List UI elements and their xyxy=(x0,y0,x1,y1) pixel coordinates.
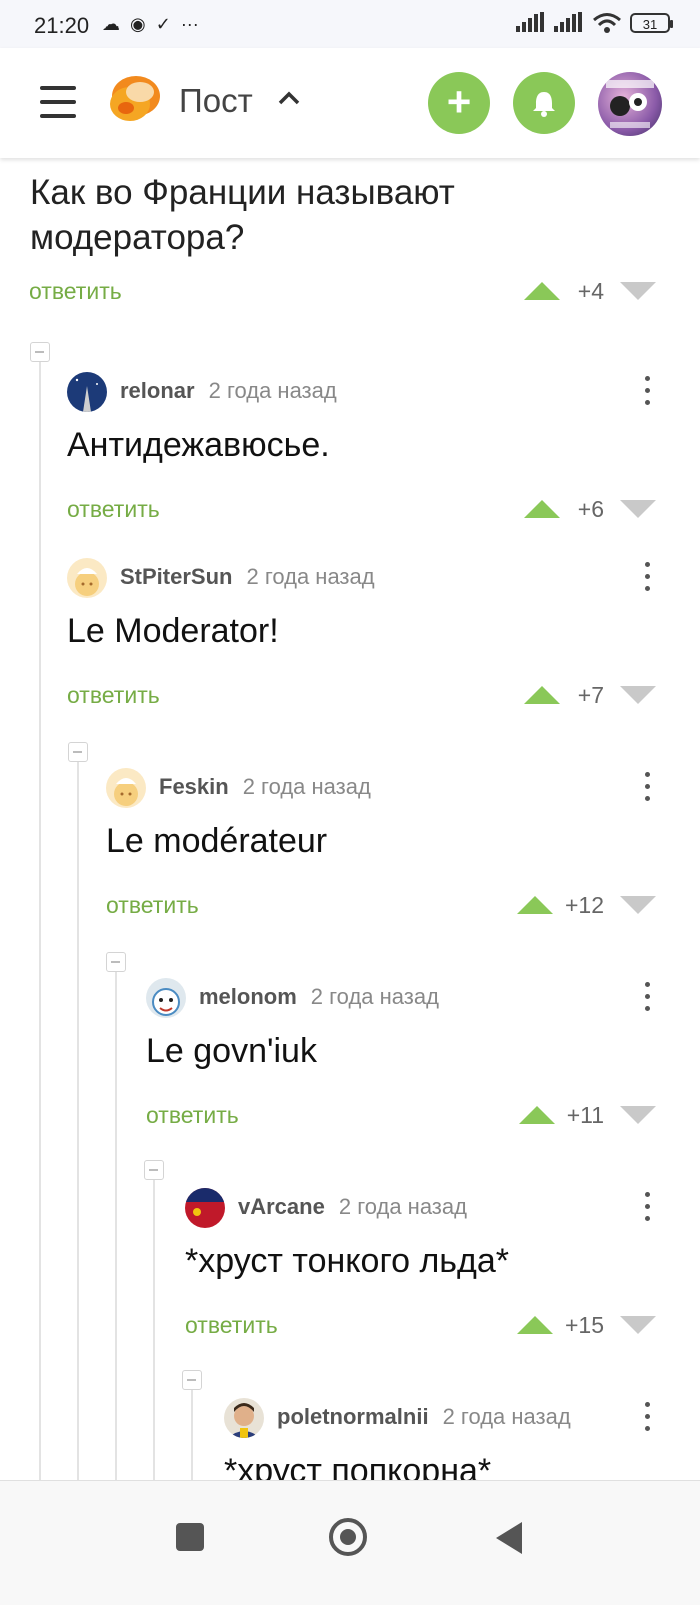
thread-line xyxy=(191,1378,193,1480)
comment-author[interactable]: relonar xyxy=(120,378,195,403)
more-options-icon[interactable] xyxy=(645,1402,651,1436)
comment-author[interactable]: vArcane xyxy=(238,1194,325,1219)
collapse-toggle[interactable] xyxy=(144,1160,164,1180)
collapse-toggle[interactable] xyxy=(68,742,88,762)
comment-time: 2 года назад xyxy=(310,984,439,1009)
upvote-icon[interactable] xyxy=(518,1106,555,1124)
comment-votes: +15 xyxy=(516,1310,656,1340)
comment-time: 2 года назад xyxy=(208,378,337,403)
comment-votes: +7 xyxy=(524,680,656,710)
bell-icon xyxy=(533,92,555,117)
comment-votes: +11 xyxy=(518,1100,656,1130)
cloud-icon: ☁ xyxy=(102,14,120,34)
status-time: 21:20 xyxy=(34,13,90,38)
thread-line xyxy=(153,1170,155,1480)
comment-text: Le govn'iuk xyxy=(146,1032,317,1070)
upvote-icon[interactable] xyxy=(516,896,553,914)
more-options-icon[interactable] xyxy=(645,562,651,596)
task-done-icon: ✓ xyxy=(155,14,171,34)
downvote-icon[interactable] xyxy=(620,1316,656,1334)
reply-button[interactable]: ответить xyxy=(146,1102,239,1129)
avatar[interactable] xyxy=(224,1398,264,1438)
reply-button[interactable]: ответить xyxy=(67,682,160,709)
comment-text: *хруст тонкого льда* xyxy=(185,1242,509,1280)
comment-author[interactable]: melonom xyxy=(199,984,297,1009)
more-notifications-icon: ··· xyxy=(180,14,199,34)
downvote-icon[interactable] xyxy=(620,282,656,300)
system-nav-bar xyxy=(0,1480,700,1605)
app-header: Пост + xyxy=(0,48,700,158)
avatar[interactable] xyxy=(106,768,146,808)
comment-author[interactable]: poletnormalnii xyxy=(277,1404,429,1429)
score: +7 xyxy=(577,681,604,708)
avatar[interactable] xyxy=(146,978,186,1018)
comment-text: Le modérateur xyxy=(106,822,328,860)
avatar[interactable] xyxy=(185,1188,225,1228)
thread-line xyxy=(77,754,79,1480)
more-options-icon[interactable] xyxy=(645,1192,651,1226)
upvote-icon[interactable] xyxy=(524,686,560,704)
signal-icon xyxy=(516,12,544,32)
comment-text: Le Moderator! xyxy=(67,612,279,650)
page-title[interactable]: Пост xyxy=(179,82,253,120)
score: +6 xyxy=(577,495,604,522)
more-options-icon[interactable] xyxy=(645,376,651,410)
recent-apps-icon[interactable] xyxy=(176,1523,204,1551)
reply-button[interactable]: ответить xyxy=(185,1312,278,1339)
comment-time: 2 года назад xyxy=(246,564,375,589)
score: +12 xyxy=(564,891,604,918)
upvote-icon[interactable] xyxy=(516,1316,553,1334)
reply-button[interactable]: ответить xyxy=(67,496,160,523)
comment-author[interactable]: StPiterSun xyxy=(120,564,232,589)
comment-text: Антидежавюсье. xyxy=(67,426,330,464)
score: +11 xyxy=(566,1101,604,1128)
post-votes: +4 xyxy=(524,276,656,306)
collapse-toggle[interactable] xyxy=(30,342,50,362)
chevron-up-icon[interactable] xyxy=(276,88,302,108)
thread-line xyxy=(115,962,117,1480)
post-question: Как во Франции называют модератора? xyxy=(30,173,455,257)
comment-time: 2 года назад xyxy=(442,1404,571,1429)
battery-icon: 31 xyxy=(630,13,673,33)
comment-time: 2 года назад xyxy=(242,774,371,799)
pikabu-logo[interactable] xyxy=(106,74,162,126)
downvote-icon[interactable] xyxy=(620,896,656,914)
avatar[interactable] xyxy=(67,558,107,598)
avatar[interactable] xyxy=(67,372,107,412)
comment-time: 2 года назад xyxy=(338,1194,467,1219)
score: +4 xyxy=(577,277,604,304)
thread-line xyxy=(39,358,41,1480)
user-avatar[interactable] xyxy=(598,72,662,136)
downvote-icon[interactable] xyxy=(620,1106,656,1124)
reply-button[interactable]: ответить xyxy=(106,892,199,919)
more-options-icon[interactable] xyxy=(645,982,651,1016)
upvote-icon[interactable] xyxy=(524,282,560,300)
score: +15 xyxy=(564,1311,604,1338)
comment-author[interactable]: Feskin xyxy=(159,774,229,799)
comment-votes: +12 xyxy=(516,890,656,920)
add-post-button[interactable]: + xyxy=(428,72,490,134)
status-bar: 21:20 ☁ ◉ ✓ ··· 31 xyxy=(0,0,700,48)
comment-votes: +6 xyxy=(524,494,656,524)
collapse-toggle[interactable] xyxy=(106,952,126,972)
upvote-icon[interactable] xyxy=(524,500,560,518)
menu-icon[interactable] xyxy=(40,86,76,118)
reply-button[interactable]: ответить xyxy=(29,278,122,305)
home-icon[interactable] xyxy=(329,1518,367,1556)
collapse-toggle[interactable] xyxy=(182,1370,202,1390)
downvote-icon[interactable] xyxy=(620,686,656,704)
back-icon[interactable] xyxy=(496,1522,522,1554)
notifications-button[interactable] xyxy=(513,72,575,134)
wifi-icon xyxy=(593,13,621,33)
signal-icon xyxy=(554,12,582,32)
more-options-icon[interactable] xyxy=(645,772,651,806)
downvote-icon[interactable] xyxy=(620,500,656,518)
chrome-icon: ◉ xyxy=(130,14,146,34)
